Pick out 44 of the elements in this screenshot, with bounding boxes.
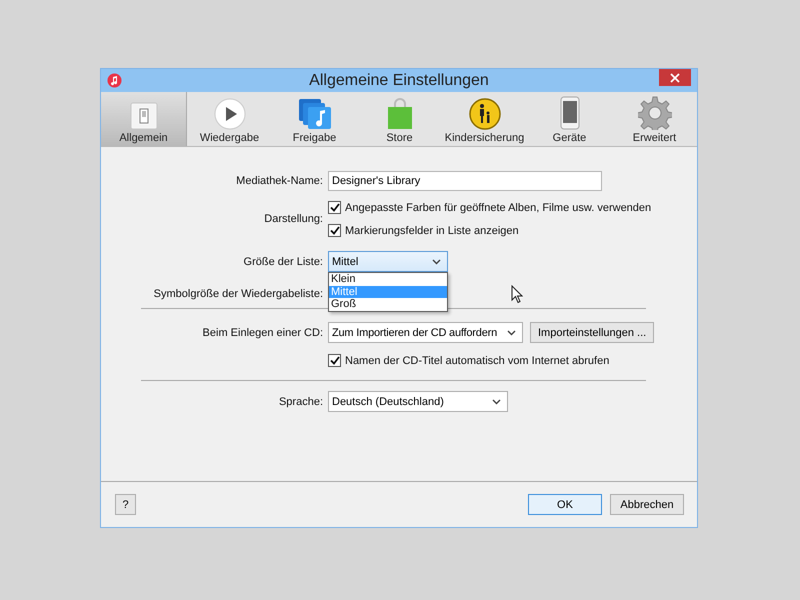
toolbar-tab[interactable]: Allgemein [101, 92, 187, 146]
dropdown[interactable]: Zum Importieren der CD auffordern [328, 322, 523, 343]
caret-icon [432, 258, 441, 264]
dialog-button[interactable]: Abbrechen [610, 494, 684, 515]
play-icon [214, 98, 246, 130]
field-label: Mediathek-Name: [236, 175, 323, 187]
music-note-icon [107, 73, 122, 88]
toolbar-tab[interactable]: Wiedergabe [187, 92, 272, 146]
caret-icon [507, 330, 516, 336]
field-label: Beim Einlegen einer CD: [202, 326, 323, 338]
field-label: Sprache: [278, 396, 323, 408]
dropdown[interactable]: Deutsch (Deutschland) [328, 391, 508, 412]
parent-child-icon [468, 98, 500, 130]
import-settings-button[interactable]: Importeinstellungen ... [530, 322, 654, 343]
dropdown-option[interactable]: Klein [329, 273, 447, 286]
field-label: Darstellung: [264, 213, 323, 225]
shopping-bag-icon [386, 98, 414, 130]
toolbar-tab[interactable]: Store [357, 92, 442, 146]
checkbox-label: Angepasste Farben für geöffnete Alben, Filme usw. verwenden [345, 202, 652, 214]
gear-icon [638, 96, 672, 130]
checkbox-label: Markierungsfelder in Liste anzeigen [345, 224, 519, 236]
dropdown-option[interactable]: Groß [329, 298, 447, 310]
help-button[interactable]: ? [115, 494, 136, 515]
switch-icon [130, 102, 158, 130]
toolbar-tab[interactable]: Erweitert [612, 92, 697, 146]
input-field[interactable]: Designer's Library [328, 171, 602, 191]
field-label: Symbolgröße der Wiedergabeliste: [154, 288, 323, 300]
dropdown[interactable]: Mittel [328, 251, 448, 272]
phone-icon [560, 96, 580, 130]
checkbox-label: Namen der CD-Titel automatisch vom Internet abrufen [345, 354, 610, 366]
checkbox[interactable] [328, 201, 341, 214]
toolbar-tab[interactable]: Kindersicherung [442, 92, 527, 146]
mouse-cursor-icon [511, 285, 523, 304]
toolbar-tab[interactable]: Geräte [527, 92, 612, 146]
dialog-button[interactable]: OK [528, 494, 602, 515]
field-label: Größe der Liste: [244, 256, 323, 268]
checkbox[interactable] [328, 224, 341, 237]
music-note-icon [298, 98, 332, 130]
checkbox[interactable] [328, 354, 341, 367]
window-title: Allgemeine Einstellungen [309, 72, 489, 90]
close-button[interactable] [659, 69, 691, 86]
caret-icon [492, 398, 501, 404]
toolbar-tab[interactable]: Freigabe [272, 92, 357, 146]
close-icon [670, 72, 680, 82]
